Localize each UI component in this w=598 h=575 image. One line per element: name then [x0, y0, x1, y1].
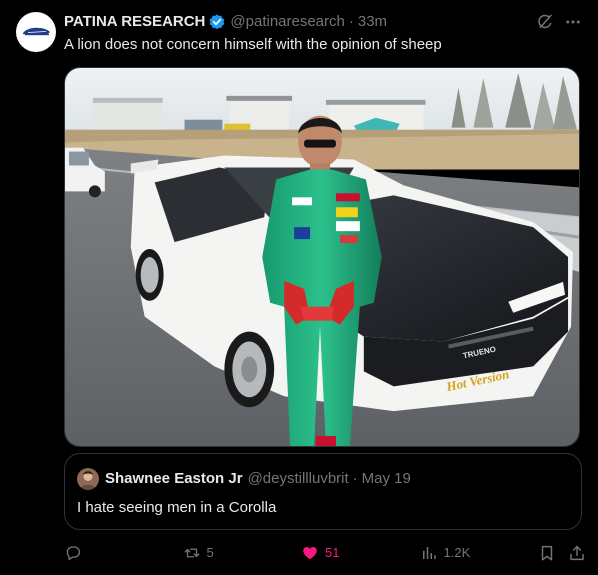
post-header: PATINA RESEARCH @patinaresearch · 33m — [64, 12, 582, 32]
quote-avatar[interactable] — [77, 468, 99, 490]
author-handle[interactable]: @patinaresearch — [230, 12, 344, 32]
like-button[interactable]: 51 — [301, 544, 361, 562]
reply-icon — [64, 544, 82, 562]
post-time[interactable]: 33m — [358, 12, 387, 32]
action-bar: 5 51 1.2K — [64, 541, 586, 565]
patina-logo — [23, 27, 50, 36]
bookmark-icon[interactable] — [538, 544, 556, 562]
more-icon[interactable] — [564, 13, 582, 31]
verified-badge-icon — [208, 13, 226, 31]
like-count: 51 — [325, 545, 340, 560]
heart-icon — [301, 544, 319, 562]
reply-button[interactable] — [64, 544, 124, 562]
post-image[interactable]: TRUENO Hot Version — [64, 67, 580, 447]
separator-dot: · — [352, 470, 358, 487]
views-button[interactable]: 1.2K — [420, 544, 480, 562]
views-icon — [420, 544, 438, 562]
repost-icon — [183, 544, 201, 562]
views-count: 1.2K — [443, 545, 471, 560]
repost-count: 5 — [206, 545, 214, 560]
quote-text: I hate seeing men in a Corolla — [77, 499, 277, 516]
quote-author-name[interactable]: Shawnee Easton Jr — [105, 469, 243, 489]
quoted-post[interactable]: Shawnee Easton Jr @deystillluvbrit · May… — [64, 453, 582, 530]
quote-author-handle[interactable]: @deystillluvbrit — [248, 469, 349, 489]
author-name[interactable]: PATINA RESEARCH — [64, 12, 205, 32]
share-icon[interactable] — [568, 544, 586, 562]
post-text: A lion does not concern himself with the… — [64, 36, 442, 53]
quote-date[interactable]: May 19 — [362, 469, 411, 489]
repost-button[interactable]: 5 — [183, 544, 243, 562]
author-avatar[interactable] — [16, 12, 56, 52]
separator-dot: · — [348, 13, 354, 30]
car-photo: TRUENO Hot Version — [65, 68, 579, 446]
grok-icon[interactable] — [536, 13, 554, 31]
